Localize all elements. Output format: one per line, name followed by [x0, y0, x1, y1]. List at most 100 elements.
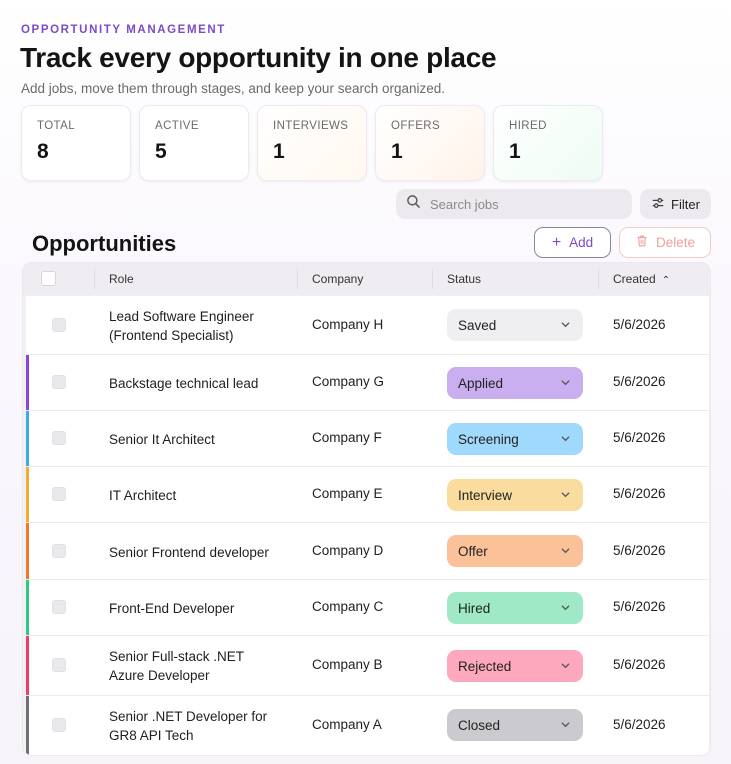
column-header-created[interactable]: Created ⌃	[613, 272, 670, 286]
row-checkbox[interactable]	[52, 375, 66, 389]
chevron-down-icon	[560, 318, 571, 333]
page-title: Track every opportunity in one place	[20, 42, 497, 73]
row-role: Senior It Architect	[109, 432, 215, 447]
stat-value: 1	[391, 140, 403, 163]
filter-label: Filter	[671, 196, 700, 212]
row-checkbox[interactable]	[52, 600, 66, 614]
search-box[interactable]	[396, 189, 632, 219]
status-dropdown[interactable]: Saved	[447, 309, 583, 341]
row-accent-bar	[26, 636, 29, 695]
status-dropdown[interactable]: Offer	[447, 535, 583, 567]
search-input[interactable]	[430, 196, 620, 212]
row-accent-bar	[26, 355, 29, 410]
table-row[interactable]: Senior Full-stack .NET Azure Developer C…	[26, 636, 709, 696]
stat-label: OFFERS	[391, 120, 441, 132]
row-checkbox[interactable]	[52, 318, 66, 332]
column-divider	[297, 269, 298, 289]
column-header-status[interactable]: Status	[447, 272, 481, 286]
table-row[interactable]: Lead Software Engineer (Frontend Special…	[26, 296, 709, 355]
row-company: Company B	[312, 657, 383, 672]
chevron-down-icon	[560, 601, 571, 616]
stat-card-total: TOTAL 8	[21, 105, 131, 181]
eyebrow-label: OPPORTUNITY MANAGEMENT	[21, 24, 226, 36]
delete-label: Delete	[655, 235, 696, 250]
search-icon	[406, 194, 421, 214]
trash-icon	[635, 234, 649, 251]
chevron-down-icon	[560, 488, 571, 503]
status-label: Screening	[458, 431, 519, 447]
status-dropdown[interactable]: Hired	[447, 592, 583, 624]
status-label: Hired	[458, 600, 491, 616]
plus-icon: +	[551, 233, 562, 251]
table-row[interactable]: Senior Frontend developer Company D Offe…	[26, 523, 709, 580]
page-subtitle: Add jobs, move them through stages, and …	[21, 81, 446, 96]
filter-button[interactable]: Filter	[640, 189, 711, 219]
column-divider	[598, 269, 599, 289]
chevron-down-icon	[560, 718, 571, 733]
column-divider	[94, 269, 95, 289]
table-header: Role Company Status Created ⌃	[23, 263, 710, 295]
row-checkbox[interactable]	[52, 431, 66, 445]
status-dropdown[interactable]: Screening	[447, 423, 583, 455]
status-dropdown[interactable]: Rejected	[447, 650, 583, 682]
add-button[interactable]: + Add	[534, 227, 611, 258]
row-checkbox[interactable]	[52, 487, 66, 501]
select-all-checkbox[interactable]	[41, 271, 56, 286]
column-header-company[interactable]: Company	[312, 272, 363, 286]
row-created: 5/6/2026	[613, 317, 666, 332]
row-accent-bar	[26, 696, 29, 755]
row-accent-bar	[26, 580, 29, 635]
column-header-role[interactable]: Role	[109, 272, 134, 286]
row-role: Backstage technical lead	[109, 376, 259, 391]
row-created: 5/6/2026	[613, 543, 666, 558]
table-row[interactable]: Front-End Developer Company C Hired 5/6/…	[26, 580, 709, 636]
row-company: Company H	[312, 317, 384, 332]
row-checkbox[interactable]	[52, 718, 66, 732]
status-label: Closed	[458, 717, 501, 733]
row-created: 5/6/2026	[613, 430, 666, 445]
created-header-label: Created	[613, 272, 656, 286]
chevron-down-icon	[560, 376, 571, 391]
status-label: Rejected	[458, 658, 512, 674]
row-created: 5/6/2026	[613, 486, 666, 501]
status-label: Saved	[458, 317, 497, 333]
row-created: 5/6/2026	[613, 599, 666, 614]
table-row[interactable]: Senior It Architect Company F Screening …	[26, 411, 709, 467]
row-accent-bar	[26, 523, 29, 579]
stat-label: INTERVIEWS	[273, 120, 349, 132]
status-label: Applied	[458, 375, 504, 391]
chevron-up-icon: ⌃	[661, 275, 671, 286]
table-row[interactable]: Backstage technical lead Company G Appli…	[26, 355, 709, 411]
row-checkbox[interactable]	[52, 658, 66, 672]
stat-label: ACTIVE	[155, 120, 199, 132]
table-row[interactable]: Senior .NET Developer for GR8 API Tech C…	[26, 696, 709, 755]
status-dropdown[interactable]: Applied	[447, 367, 583, 399]
chevron-down-icon	[560, 432, 571, 447]
stat-card-interviews: INTERVIEWS 1	[257, 105, 367, 181]
row-role: Lead Software Engineer (Frontend Special…	[109, 309, 254, 343]
stat-value: 8	[37, 140, 49, 163]
row-company: Company E	[312, 486, 383, 501]
row-company: Company F	[312, 430, 382, 445]
column-divider	[432, 269, 433, 289]
row-accent-bar	[26, 296, 29, 354]
stat-card-hired: HIRED 1	[493, 105, 603, 181]
chevron-down-icon	[560, 659, 571, 674]
row-role: Front-End Developer	[109, 601, 235, 616]
row-created: 5/6/2026	[613, 657, 666, 672]
row-company: Company G	[312, 374, 385, 389]
row-accent-bar	[26, 411, 29, 466]
row-company: Company D	[312, 543, 384, 558]
row-company: Company C	[312, 599, 384, 614]
stat-value: 1	[273, 140, 285, 163]
row-role: IT Architect	[109, 488, 177, 503]
sliders-icon	[651, 196, 665, 213]
row-role: Senior Frontend developer	[109, 545, 269, 560]
table-row[interactable]: IT Architect Company E Interview 5/6/202…	[26, 467, 709, 523]
delete-button[interactable]: Delete	[619, 227, 711, 258]
status-dropdown[interactable]: Interview	[447, 479, 583, 511]
status-dropdown[interactable]: Closed	[447, 709, 583, 741]
row-checkbox[interactable]	[52, 544, 66, 558]
row-role: Senior .NET Developer for GR8 API Tech	[109, 709, 268, 743]
row-created: 5/6/2026	[613, 374, 666, 389]
